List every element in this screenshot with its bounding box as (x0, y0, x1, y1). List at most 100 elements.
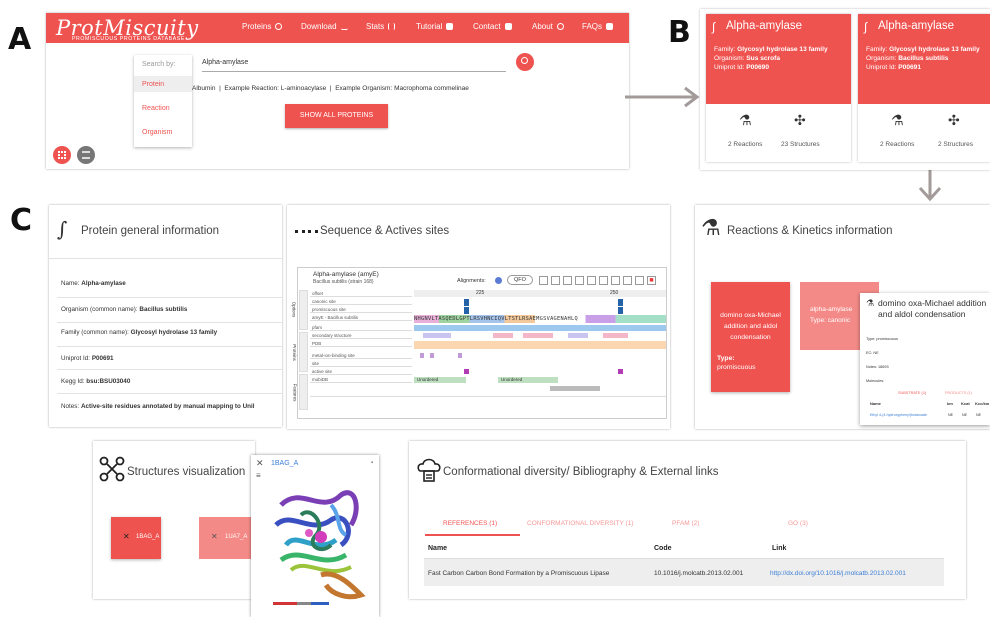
card-title: Alpha-amylase (878, 20, 955, 32)
search-examples: Albumin | Example Reaction: L-aminoacyla… (192, 85, 469, 92)
structure-icon: ✣ (794, 112, 806, 128)
chat-icon (504, 23, 512, 30)
track-label: PDB (310, 340, 412, 347)
promiscuous-site-mark[interactable] (618, 307, 623, 314)
side-tab-options[interactable]: Options (291, 290, 308, 330)
menu-icon[interactable]: ≡ (256, 471, 261, 480)
nav-tutorial[interactable]: Tutorial (416, 22, 454, 31)
nav-faqs[interactable]: FAQs (582, 22, 614, 31)
close-icon[interactable]: ■ (647, 276, 656, 285)
option-protein[interactable]: Protein (142, 81, 164, 88)
popup-tab[interactable]: SUBSTRATE (1) (898, 391, 926, 395)
show-all-proteins-button[interactable]: SHOW ALL PROTEINS (285, 104, 388, 128)
active-site-mark[interactable] (464, 369, 469, 374)
general-info-panel: ∫ Protein general information Name: Alph… (49, 205, 282, 427)
toolbar-button[interactable] (599, 276, 608, 285)
flask-icon: ⚗ (701, 215, 721, 240)
option-organism[interactable]: Organism (142, 129, 172, 136)
search-icon (275, 23, 283, 30)
nav-download[interactable]: Download (301, 22, 348, 31)
card-title: Alpha-amylase (726, 20, 803, 32)
reactions-panel: ⚗ Reactions & Kinetics information domin… (695, 205, 990, 429)
mobidb-region[interactable]: Unordered (498, 377, 558, 383)
structure-card[interactable]: ✕ 1BAG_A (111, 517, 161, 559)
nav-stats[interactable]: Stats (366, 22, 396, 31)
canonic-site-mark[interactable] (464, 299, 469, 306)
qfo-select[interactable]: QFO (507, 275, 533, 285)
side-tab-features[interactable]: Features (292, 374, 308, 410)
active-site-mark[interactable] (618, 369, 623, 374)
scrollbar[interactable] (550, 386, 600, 391)
toolbar-button[interactable] (563, 276, 572, 285)
feature-viewer[interactable]: Alpha-amylase (amyE) Bacillus subtilis (… (291, 267, 667, 419)
reaction-card-promiscuous[interactable]: domino oxa-Michael addition and aldol co… (711, 282, 790, 392)
section-title: Conformational diversity/ Bibliography &… (443, 466, 719, 478)
side-tab-proteins[interactable]: Proteins (292, 332, 308, 372)
structure-icon: ✕ (211, 532, 218, 541)
molecule-viewer[interactable]: ✕ 1BAG_A ▪ ≡ (251, 455, 379, 617)
cloud-computing-icon (417, 458, 441, 482)
track-label: active site (310, 368, 412, 375)
minimize-icon[interactable]: ▪ (371, 460, 373, 466)
mobidb-region[interactable]: Unordered (414, 377, 466, 383)
toolbar-button[interactable] (623, 276, 632, 285)
section-title: Reactions & Kinetics information (727, 225, 893, 237)
track-label: pfam (310, 324, 412, 331)
popup-tab[interactable]: PRODUCTS (1) (945, 391, 972, 395)
arrow-right (625, 86, 700, 108)
reference-link[interactable]: http://dx.doi.org/10.1016/j.molcatb.2013… (770, 570, 906, 577)
sequence-track[interactable]: NHGNVLTASQEDLGPTLRSVHNCIQVLTSTLRSAEMGSVA… (414, 315, 666, 323)
structure-card[interactable]: ✕ 1UA7_A (199, 517, 255, 559)
grid-view-button[interactable] (53, 146, 71, 164)
tab-go[interactable]: GO (3) (788, 520, 808, 527)
structures-count: 23 Structures (781, 141, 820, 148)
structures-count: 2 Structures (938, 141, 974, 148)
search-button[interactable] (516, 53, 534, 71)
flask-icon: ⚗ (891, 112, 904, 128)
tab-references[interactable]: REFERENCES (1) (443, 520, 497, 527)
flask-icon: ⚗ (739, 112, 752, 128)
label-c: C (10, 203, 33, 238)
track-label: secondary structure (310, 332, 412, 339)
canonic-site-mark[interactable] (618, 299, 623, 306)
toolbar-button[interactable] (635, 276, 644, 285)
logo-subtitle: PROMISCUOUS PROTEINS DATABASE (72, 36, 185, 42)
toolbar-button[interactable] (551, 276, 560, 285)
list-view-button[interactable] (77, 146, 95, 164)
toolbar-button[interactable] (587, 276, 596, 285)
molecule-link[interactable]: Ethyl 4-(4-hydroxyphenyl)butanoate (870, 413, 927, 417)
promiscuous-site-mark[interactable] (464, 307, 469, 314)
structures-panel: Structures visualization ✕ 1BAG_A ✕ 1UA7… (93, 441, 255, 599)
viewer-title: 1BAG_A (271, 460, 299, 467)
pfam-track[interactable] (414, 325, 666, 331)
track-label: mobiDB (310, 376, 412, 383)
search-input[interactable]: Alpha-amylase (202, 58, 506, 72)
structure-icon (99, 456, 125, 482)
search-by-dropdown[interactable]: Search by: Protein Reaction Organism (134, 55, 192, 147)
protein-3d-structure[interactable] (261, 475, 376, 600)
sequence-icon (295, 230, 318, 234)
nav-proteins[interactable]: Proteins (242, 22, 283, 31)
structure-icon: ✣ (948, 112, 960, 128)
info-icon (495, 277, 502, 284)
toolbar-button[interactable] (575, 276, 584, 285)
pdb-track[interactable] (414, 341, 666, 349)
tab-pfam[interactable]: PFAM (2) (672, 520, 699, 527)
protein-card[interactable]: ∫ Alpha-amylase Family: Glycosyl hydrola… (858, 14, 990, 162)
download-icon (340, 23, 348, 30)
nav-about[interactable]: About (532, 22, 564, 31)
track-label: metal-ion-binding site (310, 352, 412, 359)
arrow-down (918, 170, 942, 202)
column-header-code: Code (654, 545, 672, 552)
option-reaction[interactable]: Reaction (142, 105, 170, 112)
protein-card[interactable]: ∫ Alpha-amylase Family: Glycosyl hydrola… (706, 14, 851, 162)
tick-label: 225 (476, 290, 485, 296)
close-icon[interactable]: ✕ (256, 458, 264, 469)
track-label: site (310, 360, 412, 367)
nav-contact[interactable]: Contact (473, 22, 512, 31)
toolbar-button[interactable] (611, 276, 620, 285)
column-header-link: Link (772, 545, 787, 552)
toolbar-button[interactable] (539, 276, 548, 285)
grid-icon (58, 151, 66, 159)
tab-conformational-diversity[interactable]: CONFORMATIONAL DIVERSITY (1) (527, 520, 633, 527)
